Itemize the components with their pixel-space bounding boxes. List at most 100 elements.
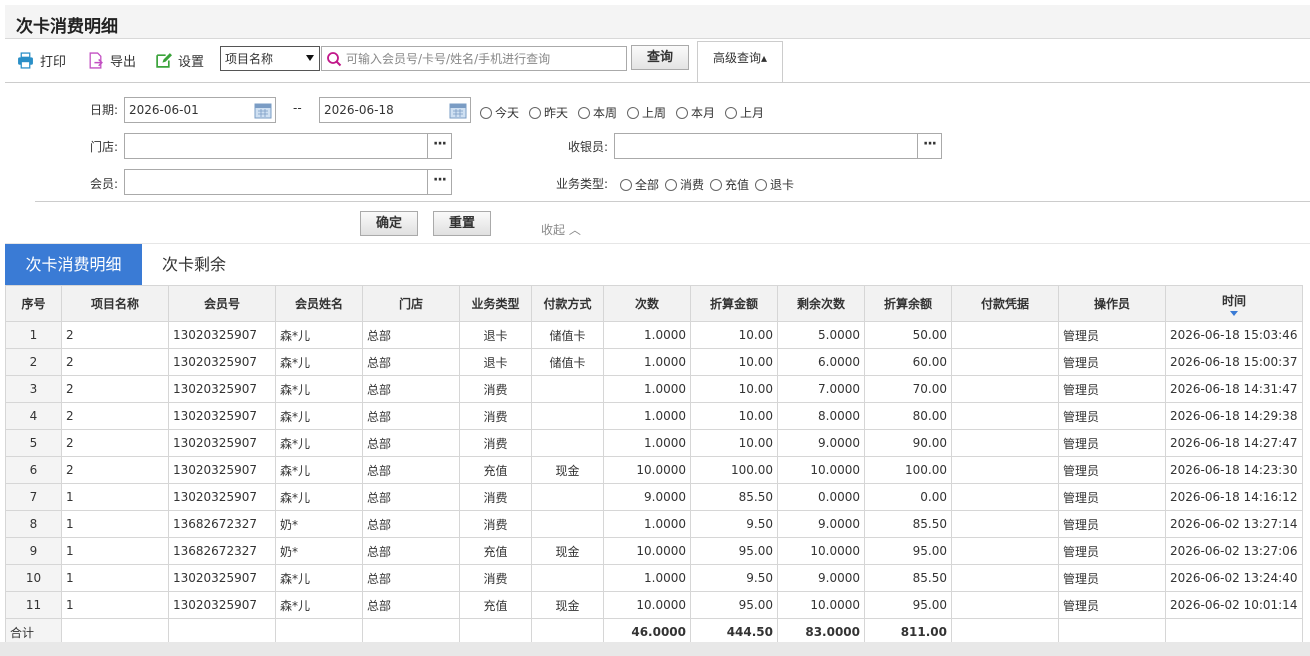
tab-card-remaining[interactable]: 次卡剩余: [142, 244, 246, 286]
date-to-field[interactable]: 2026-06-18: [319, 97, 471, 123]
column-header-label: 业务类型: [471, 297, 520, 311]
column-header[interactable]: 次数: [603, 285, 691, 322]
store-cell: 总部: [362, 537, 460, 565]
calendar-icon[interactable]: [254, 101, 272, 119]
biz-type-all[interactable]: 全部: [620, 176, 659, 193]
table-row[interactable]: 8 1 13682672327 奶* 总部 消费 1.0000 9.50 9.0000 85.50…: [5, 510, 1303, 538]
item-name-cell: 1: [61, 483, 169, 511]
table-row[interactable]: 3 2 13020325907 森*儿 总部 消费 1.0000 10.00 7.0000 70.…: [5, 375, 1303, 403]
date-shortcut-label: 本周: [593, 106, 618, 120]
item-name-cell: 1: [61, 564, 169, 592]
balance-cell: 60.00: [864, 348, 952, 376]
column-header[interactable]: 折算金额: [690, 285, 778, 322]
biz-type-label: 业务类型:: [556, 177, 609, 191]
print-button[interactable]: 打印: [17, 50, 66, 70]
date-shortcut-yesterday[interactable]: 昨天: [529, 104, 568, 121]
table-row[interactable]: 5 2 13020325907 森*儿 总部 消费 1.0000 10.00 9.0000 90.…: [5, 429, 1303, 457]
export-button[interactable]: 导出: [87, 50, 136, 70]
member-name-cell: 奶*: [275, 537, 363, 565]
amount-cell: 95.00: [690, 537, 778, 565]
search-input[interactable]: 可输入会员号/卡号/姓名/手机进行查询: [321, 46, 627, 71]
row-number: 8: [5, 510, 62, 538]
column-header[interactable]: 项目名称: [61, 285, 169, 322]
table-row[interactable]: 10 1 13020325907 森*儿 总部 消费 1.0000 9.50 9.0000 85.…: [5, 564, 1303, 592]
table-row[interactable]: 9 1 13682672327 奶* 总部 充值 现金 10.0000 95.00 10.0000…: [5, 537, 1303, 565]
column-header-label: 会员号: [203, 297, 240, 311]
table-row[interactable]: 7 1 13020325907 森*儿 总部 消费 9.0000 85.50 0.0000 0.0…: [5, 483, 1303, 511]
search-icon: [327, 51, 342, 66]
more-icon[interactable]: ···: [917, 134, 941, 158]
member-no-cell: 13682672327: [168, 510, 276, 538]
biz-type-cell: 消费: [459, 402, 532, 430]
date-shortcut-last-week[interactable]: 上周: [627, 104, 666, 121]
horizontal-scrollbar[interactable]: [0, 642, 1310, 656]
date-label: 日期:: [90, 103, 119, 117]
table-row[interactable]: 4 2 13020325907 森*儿 总部 消费 1.0000 10.00 8.0000 80.…: [5, 402, 1303, 430]
more-icon[interactable]: ···: [427, 134, 451, 158]
table-row[interactable]: 6 2 13020325907 森*儿 总部 充值 现金 10.0000 100.00 10.00…: [5, 456, 1303, 484]
column-header[interactable]: 门店: [362, 285, 460, 322]
column-header[interactable]: 折算余额: [864, 285, 952, 322]
confirm-button[interactable]: 确定: [360, 211, 418, 236]
column-header[interactable]: 会员号: [168, 285, 276, 322]
balance-cell: 95.00: [864, 537, 952, 565]
date-shortcut-last-month[interactable]: 上月: [725, 104, 764, 121]
date-shortcut-today[interactable]: 今天: [480, 104, 519, 121]
biz-type-consume[interactable]: 消费: [665, 176, 704, 193]
payment-method-cell: 储值卡: [531, 348, 604, 376]
member-field[interactable]: ···: [124, 169, 452, 195]
biz-type-option-label: 退卡: [770, 178, 795, 192]
cashier-label: 收银员:: [568, 140, 609, 154]
amount-cell: 10.00: [690, 375, 778, 403]
operator-cell: 管理员: [1058, 456, 1166, 484]
date-shortcut-this-month[interactable]: 本月: [676, 104, 715, 121]
date-shortcut-this-week[interactable]: 本周: [578, 104, 617, 121]
payment-method-cell: [531, 510, 604, 538]
store-cell: 总部: [362, 429, 460, 457]
collapse-link[interactable]: 收起 ︿: [541, 221, 581, 238]
member-no-cell: 13020325907: [168, 402, 276, 430]
column-header[interactable]: 剩余次数: [777, 285, 865, 322]
table-row[interactable]: 11 1 13020325907 森*儿 总部 充值 现金 10.0000 95.00 10.00…: [5, 591, 1303, 619]
column-header[interactable]: 会员姓名: [275, 285, 363, 322]
biz-type-refund[interactable]: 退卡: [755, 176, 794, 193]
biz-type-cell: 消费: [459, 510, 532, 538]
search-field-select[interactable]: 项目名称: [220, 46, 320, 71]
more-icon[interactable]: ···: [427, 170, 451, 194]
column-header-time[interactable]: 时间: [1165, 285, 1303, 322]
balance-cell: 50.00: [864, 321, 952, 349]
store-cell: 总部: [362, 483, 460, 511]
calendar-icon[interactable]: [449, 101, 467, 119]
data-table: 序号 项目名称 会员号 会员姓名 门店 业务类型 付款方式 次数 折算金额 剩余…: [5, 285, 1303, 646]
time-cell: 2026-06-02 10:01:14: [1165, 591, 1303, 619]
query-button[interactable]: 查询: [631, 45, 689, 70]
tab-card-consumption-detail[interactable]: 次卡消费明细: [5, 244, 142, 286]
column-header[interactable]: 序号: [5, 285, 62, 322]
date-from-field[interactable]: 2026-06-01: [124, 97, 276, 123]
reset-button[interactable]: 重置: [433, 211, 491, 236]
column-header[interactable]: 付款方式: [531, 285, 604, 322]
biz-type-option-label: 消费: [680, 178, 705, 192]
advanced-query-toggle[interactable]: 高级查询▴: [697, 41, 783, 82]
table-row[interactable]: 1 2 13020325907 森*儿 总部 退卡 储值卡 1.0000 10.00 5.0000…: [5, 321, 1303, 349]
column-header[interactable]: 付款凭据: [951, 285, 1059, 322]
balance-cell: 90.00: [864, 429, 952, 457]
store-field[interactable]: ···: [124, 133, 452, 159]
payment-method-cell: [531, 564, 604, 592]
voucher-cell: [951, 348, 1059, 376]
column-header[interactable]: 操作员: [1058, 285, 1166, 322]
balance-cell: 70.00: [864, 375, 952, 403]
settings-button[interactable]: 设置: [155, 50, 204, 70]
biz-type-cell: 消费: [459, 375, 532, 403]
biz-type-recharge[interactable]: 充值: [710, 176, 749, 193]
column-header[interactable]: 业务类型: [459, 285, 532, 322]
remaining-count-cell: 8.0000: [777, 402, 865, 430]
table-body: 1 2 13020325907 森*儿 总部 退卡 储值卡 1.0000 10.00 5.0000…: [5, 321, 1303, 646]
row-number: 7: [5, 483, 62, 511]
amount-cell: 10.00: [690, 429, 778, 457]
count-cell: 10.0000: [603, 537, 691, 565]
table-row[interactable]: 2 2 13020325907 森*儿 总部 退卡 储值卡 1.0000 10.00 6.0000…: [5, 348, 1303, 376]
cashier-field[interactable]: ···: [614, 133, 942, 159]
date-shortcut-label: 上周: [642, 106, 667, 120]
voucher-cell: [951, 537, 1059, 565]
